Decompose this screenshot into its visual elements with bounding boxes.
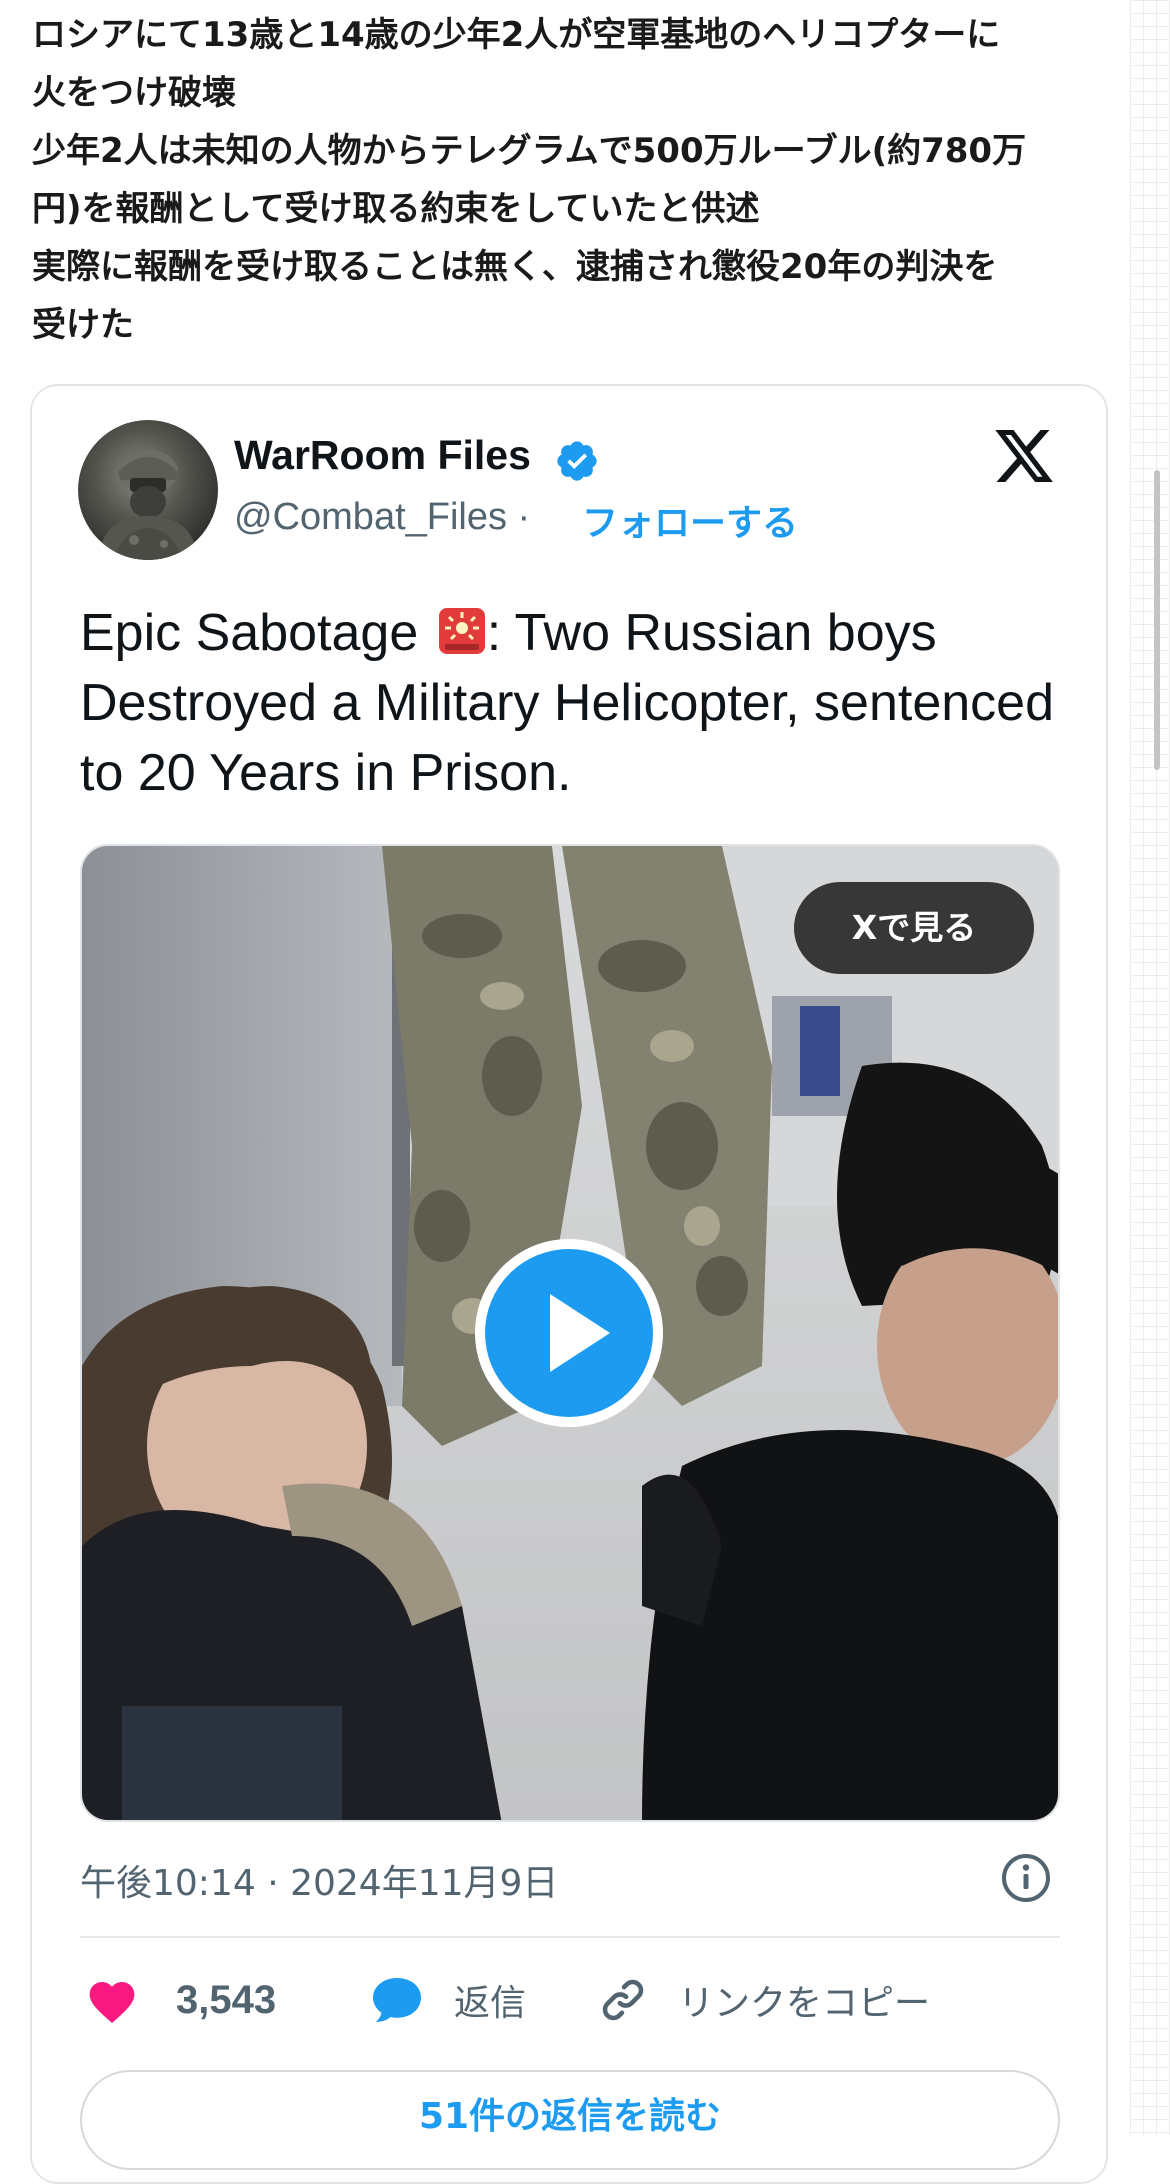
post-text-line: 円)を報酬として受け取る約束をしていたと供述	[32, 189, 760, 229]
speech-bubble-icon	[373, 1978, 421, 2022]
reply-label: 返信	[454, 1983, 527, 2024]
x-logo-icon[interactable]	[990, 424, 1058, 488]
tweet-text-part: Epic Sabotage	[80, 604, 433, 662]
tweet-text: Epic Sabotage : Two Russian boys Destroy…	[80, 598, 1070, 808]
avatar[interactable]	[78, 420, 218, 560]
post-text-line: 火をつけ破壊	[32, 73, 236, 113]
copy-link-button[interactable]: リンクをコピー	[598, 1970, 930, 2030]
post-text-line: 受けた	[32, 305, 134, 345]
post-text-line: 実際に報酬を受け取ることは無く、逮捕され懲役20年の判決を	[32, 247, 998, 287]
watch-on-x-button[interactable]: Xで見る	[794, 882, 1034, 974]
author-name[interactable]: WarRoom Files	[234, 432, 531, 479]
author-handle-row: @Combat_Files ·	[234, 496, 530, 539]
divider	[80, 1936, 1060, 1938]
copy-link-label: リンクをコピー	[678, 1983, 931, 2024]
like-button[interactable]: 3,543	[86, 1970, 276, 2030]
police-light-icon	[438, 608, 485, 654]
tweet-timestamp[interactable]: 午後10:14 · 2024年11月9日	[80, 1854, 558, 1906]
verified-badge-icon	[557, 441, 597, 481]
reply-button[interactable]: 返信	[370, 1970, 526, 2030]
play-icon[interactable]	[472, 1236, 666, 1430]
post-text-line: 少年2人は未知の人物からテレグラムで500万ルーブル(約780万	[32, 131, 1027, 171]
author-handle[interactable]: @Combat_Files	[234, 496, 507, 538]
post-body-text: ロシアにて13歳と14歳の少年2人が空軍基地のヘリコプターに 火をつけ破壊 少年…	[32, 6, 1092, 354]
follow-button[interactable]: フォローする	[582, 494, 798, 546]
like-count: 3,543	[176, 1977, 277, 2022]
handle-separator: ·	[507, 496, 531, 538]
heart-icon	[89, 1982, 135, 2023]
link-icon	[602, 1979, 644, 2021]
post-text-line: ロシアにて13歳と14歳の少年2人が空軍基地のヘリコプターに	[32, 15, 1001, 55]
info-icon[interactable]	[1000, 1852, 1052, 1904]
scrollbar[interactable]	[1154, 470, 1160, 770]
read-replies-button[interactable]: 51件の返信を読む	[80, 2070, 1060, 2170]
page-edge-background	[1130, 0, 1170, 2135]
